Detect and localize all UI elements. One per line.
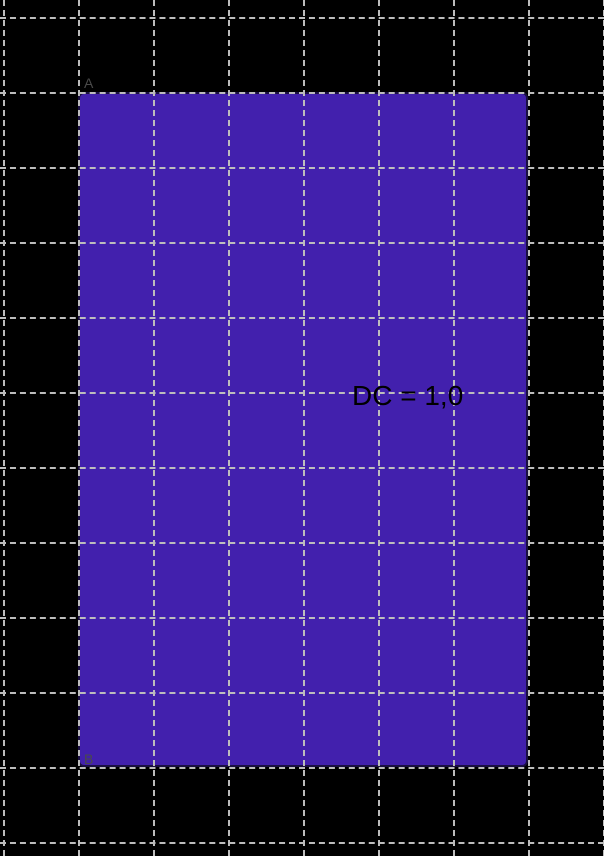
grid-v-4 xyxy=(303,0,305,856)
point-label-b: B xyxy=(84,752,93,766)
grid-v-7 xyxy=(528,0,530,856)
grid-h-7 xyxy=(0,542,604,544)
diagram-stage: A B DC = 1,0 xyxy=(0,0,604,856)
grid-v-6 xyxy=(453,0,455,856)
grid-h-3 xyxy=(0,242,604,244)
grid-h-4 xyxy=(0,317,604,319)
grid-h-1 xyxy=(0,92,604,94)
grid-v-0 xyxy=(3,0,5,856)
grid-v-2 xyxy=(153,0,155,856)
grid-h-8 xyxy=(0,617,604,619)
grid-v-5 xyxy=(378,0,380,856)
grid-h-9 xyxy=(0,692,604,694)
point-label-a: A xyxy=(84,76,93,90)
grid-h-6 xyxy=(0,467,604,469)
grid-h-5 xyxy=(0,392,604,394)
grid-h-0 xyxy=(0,17,604,19)
grid-h-10 xyxy=(0,767,604,769)
dc-annotation: DC = 1,0 xyxy=(352,382,463,410)
grid-v-3 xyxy=(228,0,230,856)
grid-h-2 xyxy=(0,167,604,169)
grid-v-1 xyxy=(78,0,80,856)
grid-h-11 xyxy=(0,842,604,844)
